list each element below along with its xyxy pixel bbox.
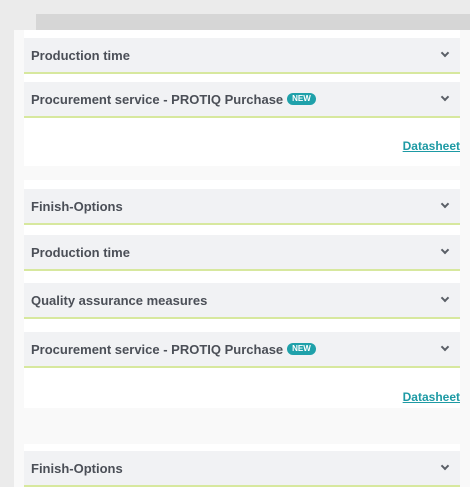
accordion-label: Finish-Options	[31, 198, 123, 214]
accordion-procurement-service[interactable]: Procurement service - PROTIQ Purchase NE…	[24, 82, 460, 118]
new-badge: NEW	[287, 93, 316, 105]
datasheet-link[interactable]: Datasheet	[403, 139, 460, 153]
accordion-production-time[interactable]: Production time	[24, 235, 460, 271]
accordion-finish-options[interactable]: Finish-Options	[24, 451, 460, 487]
chevron-down-icon	[440, 245, 450, 255]
chevron-down-icon	[440, 342, 450, 352]
accordion-production-time[interactable]: Production time	[24, 38, 460, 74]
accordion-label: Procurement service - PROTIQ Purchase	[31, 91, 284, 107]
accordion-quality-assurance[interactable]: Quality assurance measures	[24, 283, 460, 319]
top-bar	[36, 14, 470, 30]
accordion-finish-options[interactable]: Finish-Options	[24, 189, 460, 225]
accordion-label: Production time	[31, 244, 130, 260]
chevron-down-icon	[440, 293, 450, 303]
new-badge: NEW	[287, 343, 316, 355]
chevron-down-icon	[440, 199, 450, 209]
accordion-label: Procurement service - PROTIQ Purchase	[31, 341, 284, 357]
options-card-3: Finish-Options	[24, 444, 460, 487]
product-options-panel: Production time Procurement service - PR…	[14, 30, 470, 487]
accordion-procurement-service[interactable]: Procurement service - PROTIQ Purchase NE…	[24, 332, 460, 368]
chevron-down-icon	[440, 48, 450, 58]
chevron-down-icon	[440, 92, 450, 102]
options-card-2: Finish-Options Production time Quality a…	[24, 180, 460, 408]
accordion-label: Quality assurance measures	[31, 292, 208, 308]
accordion-label: Production time	[31, 47, 130, 63]
chevron-down-icon	[440, 461, 450, 471]
accordion-label: Finish-Options	[31, 460, 123, 476]
datasheet-link[interactable]: Datasheet	[403, 390, 460, 404]
options-card-1: Production time Procurement service - PR…	[24, 30, 460, 166]
